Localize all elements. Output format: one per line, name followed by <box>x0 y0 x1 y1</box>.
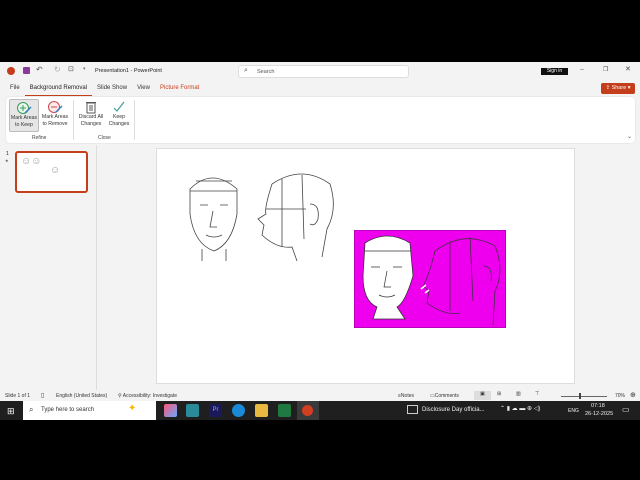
share-label: Share <box>611 85 627 91</box>
windows-start-icon[interactable]: ⊞ <box>7 406 15 417</box>
powerpoint-taskbar-button[interactable] <box>297 401 319 420</box>
notes-button[interactable]: ≡Notes <box>398 393 414 399</box>
share-button[interactable]: ⇪ Share ▾ <box>601 83 635 94</box>
slide-canvas[interactable] <box>156 148 575 384</box>
copilot-sparkle-icon: ✦ <box>128 403 137 414</box>
zoom-level[interactable]: 70% <box>615 393 625 399</box>
search-icon: ⌕ <box>244 67 248 74</box>
notification-icon[interactable]: ▭ <box>622 405 630 414</box>
tab-slide-show[interactable]: Slide Show <box>92 82 132 96</box>
language-indicator[interactable]: ENG <box>568 408 579 414</box>
excel-icon[interactable] <box>278 404 291 417</box>
app-icon[interactable] <box>186 404 199 417</box>
comments-label: Comments <box>434 393 459 399</box>
document-title: Presentation1 - PowerPoint <box>95 68 162 74</box>
edge-icon[interactable] <box>232 404 245 417</box>
mark-remove-icon <box>48 101 63 113</box>
mark-keep-icon <box>17 102 32 114</box>
zoom-slider-thumb[interactable] <box>579 393 581 399</box>
close-button[interactable]: ✕ <box>625 65 631 73</box>
comments-button[interactable]: ▭Comments <box>430 393 459 399</box>
collapse-ribbon-icon[interactable]: ⌄ <box>627 133 632 140</box>
search-box[interactable]: ⌕ Search <box>238 65 409 78</box>
minimize-button[interactable]: – <box>580 66 584 73</box>
slideshow-button[interactable]: ⊤ <box>535 391 539 397</box>
powerpoint-icon <box>302 405 313 416</box>
tab-picture-format[interactable]: Picture Format <box>155 82 204 96</box>
tab-file[interactable]: File <box>5 82 25 96</box>
group-separator <box>73 100 74 140</box>
normal-view-button[interactable]: ▣ <box>474 391 491 400</box>
face-sketch-masked <box>362 235 501 326</box>
ribbon: Mark Areas to Keep Mark Areas to Remove … <box>6 97 635 143</box>
language-status[interactable]: English (United States) <box>56 393 107 399</box>
clock-date[interactable]: 26-12-2025 <box>585 411 613 417</box>
slide-count: Slide 1 of 1 <box>5 393 31 399</box>
status-bar: Slide 1 of 1 ▯ English (United States) ⚲… <box>0 390 640 401</box>
mark-areas-to-remove-button[interactable]: Mark Areas to Remove <box>40 99 70 132</box>
accessibility-icon: ⚲ <box>118 393 122 399</box>
save-icon[interactable] <box>23 67 30 74</box>
keep-changes-button[interactable]: Keep Changes <box>104 99 134 132</box>
clock-time[interactable]: 07:18 <box>591 403 605 409</box>
search-placeholder: Search <box>257 69 275 75</box>
news-icon[interactable] <box>407 405 418 414</box>
group-separator <box>134 100 135 140</box>
title-bar: ↶ ↻ ⊡ ▾ Presentation1 - PowerPoint ⌕ Sea… <box>0 62 640 81</box>
powerpoint-logo-icon <box>7 67 15 75</box>
discard-all-changes-button[interactable]: Discard All Changes <box>76 99 106 132</box>
group-label-refine: Refine <box>32 135 47 141</box>
restore-button[interactable]: ❐ <box>603 66 608 73</box>
redo-icon[interactable]: ↻ <box>54 65 61 74</box>
reading-view-button[interactable]: ▥ <box>516 391 521 397</box>
thumbnail-pane: 1 ★ ☺☺ ☺ <box>0 145 97 390</box>
accessibility-status[interactable]: ⚲ Accessibility: Investigate <box>118 393 177 399</box>
sign-in-button[interactable]: Sign in <box>541 68 568 75</box>
discard-label: Discard All Changes <box>78 114 104 127</box>
fit-slide-icon[interactable]: ⊕ <box>630 391 636 399</box>
undo-icon[interactable]: ↶ <box>36 65 43 74</box>
thumbnail-face: ☺ <box>50 165 61 176</box>
customize-qat-icon[interactable]: ▾ <box>83 66 86 72</box>
premiere-pro-icon[interactable]: Pr <box>209 404 222 417</box>
mark-keep-label: Mark Areas to Keep <box>10 115 38 128</box>
present-icon[interactable]: ⊡ <box>68 65 74 73</box>
ribbon-tabs: File Background Removal Slide Show View … <box>5 82 204 96</box>
system-tray-icons[interactable]: ⌃ ▮ ☁ ▬ ⊕ ◁) <box>500 405 540 412</box>
thumbnail-faces: ☺☺ <box>21 156 42 167</box>
news-widget[interactable]: Disclosure Day officia... <box>422 407 485 413</box>
animation-star-icon: ★ <box>5 158 9 163</box>
trash-icon <box>86 102 96 114</box>
copilot-icon[interactable] <box>164 404 177 417</box>
slide-sorter-button[interactable]: ⊞ <box>497 391 501 397</box>
group-label-close: Close <box>98 135 111 141</box>
zoom-slider[interactable] <box>557 391 612 400</box>
tab-background-removal[interactable]: Background Removal <box>24 82 93 96</box>
file-explorer-icon[interactable] <box>255 404 268 417</box>
slide-thumbnail[interactable]: ☺☺ ☺ <box>15 151 88 193</box>
taskbar-search-placeholder: Type here to search <box>41 407 95 413</box>
share-icon: ⇪ <box>605 85 611 91</box>
accessibility-label: Accessibility: Investigate <box>122 393 177 399</box>
taskbar-search[interactable]: ⌕ Type here to search ✦ <box>23 401 156 420</box>
powerpoint-window: ↶ ↻ ⊡ ▾ Presentation1 - PowerPoint ⌕ Sea… <box>0 62 640 401</box>
taskbar: ⊞ ⌕ Type here to search ✦ Pr Disclosure … <box>0 401 640 420</box>
mark-areas-to-keep-button[interactable]: Mark Areas to Keep <box>9 99 39 132</box>
notes-label: Notes <box>400 393 414 399</box>
mark-remove-label: Mark Areas to Remove <box>41 114 69 127</box>
checkmark-icon <box>113 101 125 112</box>
selected-picture-background-removal[interactable] <box>354 230 506 328</box>
keep-changes-label: Keep Changes <box>108 114 130 127</box>
spellcheck-icon[interactable]: ▯ <box>41 392 44 399</box>
search-icon: ⌕ <box>29 405 34 414</box>
face-sketches-image[interactable] <box>182 169 342 264</box>
tab-view[interactable]: View <box>132 82 155 96</box>
slide-number: 1 <box>6 151 9 157</box>
